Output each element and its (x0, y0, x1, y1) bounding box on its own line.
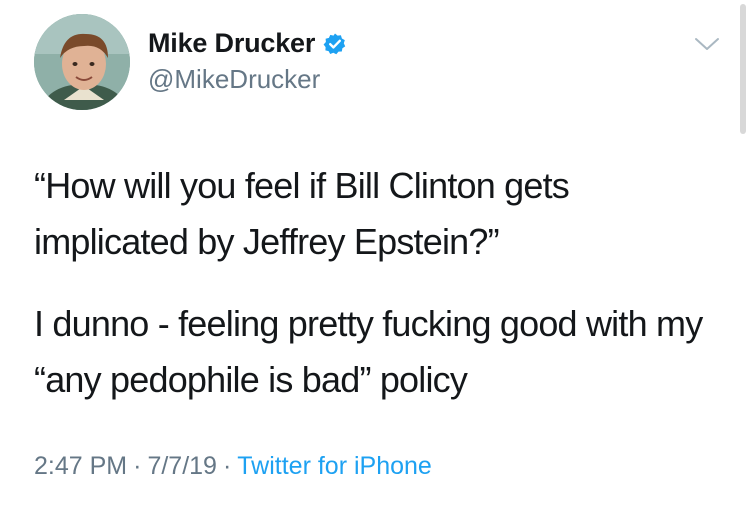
profile-photo-icon (34, 14, 130, 110)
author-name-row[interactable]: Mike Drucker (148, 28, 347, 59)
tweet-paragraph: “How will you feel if Bill Clinton gets … (34, 165, 570, 262)
tweet-card: Mike Drucker @MikeDrucker “How will you … (0, 0, 750, 506)
author-avatar[interactable] (34, 14, 130, 110)
tweet-text: “How will you feel if Bill Clinton gets … (34, 158, 724, 408)
scrollbar[interactable] (740, 4, 746, 134)
verified-badge-icon (323, 32, 347, 56)
meta-separator: · (222, 452, 232, 480)
tweet-paragraph: I dunno - feeling pretty fucking good wi… (34, 303, 703, 400)
tweet-time[interactable]: 2:47 PM (34, 452, 127, 480)
chevron-down-icon[interactable] (694, 36, 720, 52)
author-handle[interactable]: @MikeDrucker (148, 64, 320, 95)
tweet-meta: 2:47 PM · 7/7/19 · Twitter for iPhone (34, 452, 432, 481)
tweet-source-link[interactable]: Twitter for iPhone (237, 452, 432, 480)
meta-separator: · (133, 452, 142, 480)
author-display-name[interactable]: Mike Drucker (148, 28, 315, 59)
tweet-date[interactable]: 7/7/19 (147, 452, 217, 480)
